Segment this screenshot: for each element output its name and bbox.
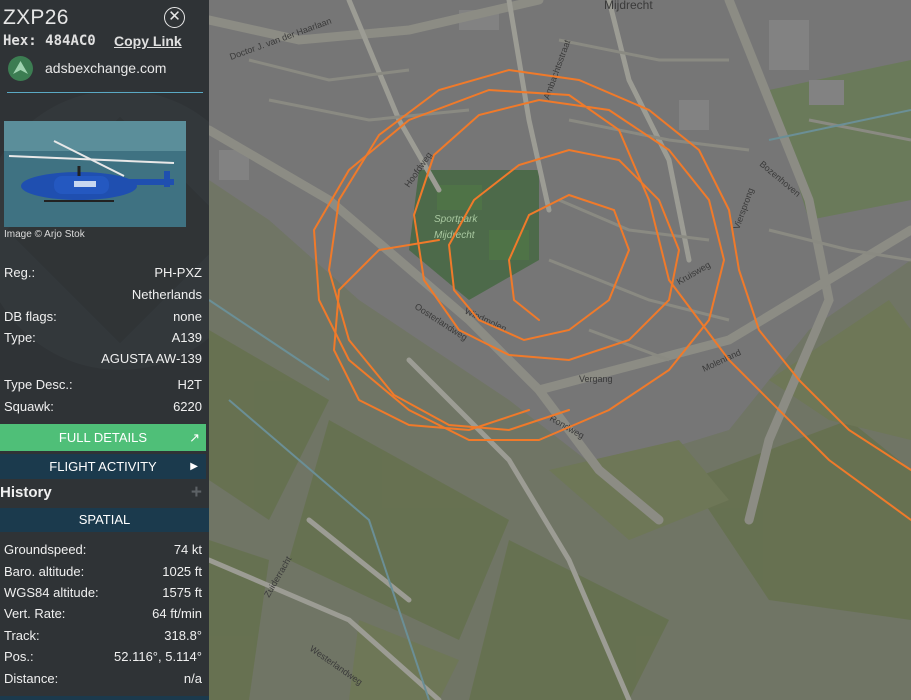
history-label: History xyxy=(0,484,52,501)
callsign-title: ZXP26 xyxy=(3,6,69,29)
wgs84-altitude-label: WGS84 altitude: xyxy=(4,585,99,600)
aircraft-sidebar: ZXP26 ✕ Hex: 484AC0 Copy Link adsbexchan… xyxy=(0,0,209,700)
vert-rate-value: 64 ft/min xyxy=(152,606,202,621)
type-label: Type: xyxy=(4,330,36,345)
hex-value: 484AC0 xyxy=(45,33,96,49)
groundspeed-value: 74 kt xyxy=(173,542,202,557)
track-value: 318.8° xyxy=(164,628,202,643)
street-label: Vergang xyxy=(579,374,613,384)
squawk-label: Squawk: xyxy=(4,399,54,414)
hex-row: Hex: 484AC0 xyxy=(3,33,96,49)
photo-credit: Image © Arjo Stok xyxy=(4,229,85,240)
sidebar-footer-bar xyxy=(0,696,209,700)
reg-value: PH-PXZ xyxy=(154,265,202,280)
track-label: Track: xyxy=(4,628,40,643)
baro-altitude-value: 1025 ft xyxy=(162,564,202,579)
baro-altitude-label: Baro. altitude: xyxy=(4,564,85,579)
source-site-link[interactable]: adsbexchange.com xyxy=(45,60,166,76)
full-details-button[interactable]: FULL DETAILS ↗ xyxy=(0,424,206,451)
type-name-value: AGUSTA AW-139 xyxy=(101,351,202,366)
close-icon[interactable]: ✕ xyxy=(164,7,185,28)
caret-right-icon: ▶ xyxy=(190,461,198,472)
country-value: Netherlands xyxy=(131,287,202,302)
plus-icon: + xyxy=(190,482,202,503)
wgs84-altitude-value: 1575 ft xyxy=(162,585,202,600)
park-label: Sportpark xyxy=(434,214,478,225)
vert-rate-label: Vert. Rate: xyxy=(4,606,66,621)
position-label: Pos.: xyxy=(4,649,34,664)
distance-value: n/a xyxy=(183,671,202,686)
position-value: 52.116°, 5.114° xyxy=(114,649,202,664)
groundspeed-label: Groundspeed: xyxy=(4,542,87,557)
history-toggle[interactable]: History + xyxy=(0,482,206,506)
aircraft-photo[interactable] xyxy=(4,121,186,227)
adsbexchange-logo-icon xyxy=(8,56,33,81)
dbflags-label: DB flags: xyxy=(4,309,57,324)
hex-label: Hex: xyxy=(3,33,37,49)
map-view[interactable]: Mijdrecht Sportpark Mijdrecht Doctor J. … xyxy=(209,0,911,700)
distance-label: Distance: xyxy=(4,671,59,686)
reg-label: Reg.: xyxy=(4,265,36,280)
spatial-header[interactable]: SPATIAL xyxy=(0,508,209,532)
copy-link[interactable]: Copy Link xyxy=(114,33,182,49)
typedesc-label: Type Desc.: xyxy=(4,377,73,392)
type-value: A139 xyxy=(171,330,202,345)
squawk-value: 6220 xyxy=(173,399,202,414)
flight-activity-label: FLIGHT ACTIVITY xyxy=(49,459,157,474)
dbflags-value: none xyxy=(173,309,202,324)
divider xyxy=(7,92,203,93)
typedesc-value: H2T xyxy=(177,377,202,392)
full-details-label: FULL DETAILS xyxy=(58,430,148,445)
flight-activity-button[interactable]: FLIGHT ACTIVITY ▶ xyxy=(0,454,206,479)
town-label: Mijdrecht xyxy=(604,0,653,12)
external-link-icon: ↗ xyxy=(189,430,200,445)
